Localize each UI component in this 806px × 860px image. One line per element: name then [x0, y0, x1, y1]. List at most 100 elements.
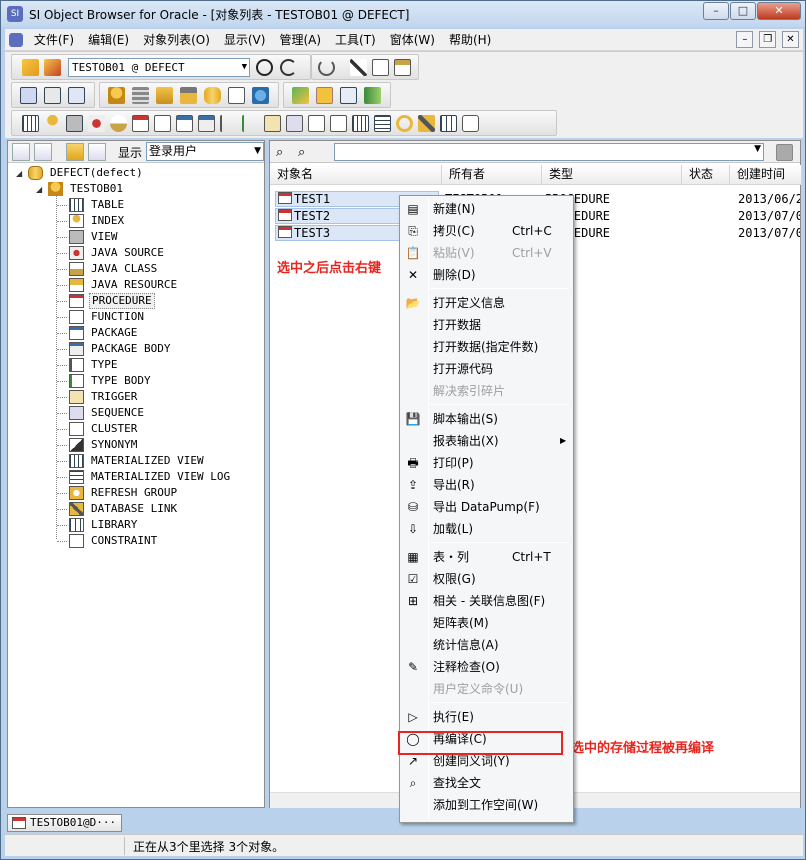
- mdi-restore-button[interactable]: ❐: [759, 31, 777, 48]
- search-input[interactable]: ▼: [334, 143, 764, 161]
- trigger-icon[interactable]: [264, 115, 281, 132]
- context-menu-item[interactable]: ✎ 注释检查(O): [402, 656, 571, 678]
- report-icon[interactable]: [68, 87, 85, 104]
- disconnect-icon[interactable]: [44, 59, 61, 76]
- context-menu-item[interactable]: 报表输出(X) ▶: [402, 430, 571, 452]
- context-menu-item[interactable]: ⇪ 导出(R): [402, 474, 571, 496]
- context-menu-item[interactable]: ⛁ 导出 DataPump(F): [402, 496, 571, 518]
- context-menu-item[interactable]: 统计信息(A): [402, 634, 571, 656]
- constraint-icon[interactable]: [462, 115, 479, 132]
- context-menu-item[interactable]: 打开源代码: [402, 358, 571, 380]
- index-icon[interactable]: [44, 115, 61, 132]
- export-icon[interactable]: [364, 87, 381, 104]
- context-menu-item[interactable]: 用户定义命令(U): [402, 678, 571, 700]
- database-icon[interactable]: [204, 87, 221, 104]
- connection-select[interactable]: TESTOB01 @ DEFECT ▼: [68, 58, 250, 77]
- context-menu-item[interactable]: 打开数据: [402, 314, 571, 336]
- paste-icon[interactable]: [394, 59, 411, 76]
- refresh-group-icon[interactable]: [396, 115, 413, 132]
- minimize-button[interactable]: –: [703, 2, 729, 20]
- window-tab[interactable]: TESTOB01@D···: [7, 814, 123, 832]
- table-icon[interactable]: [22, 115, 39, 132]
- menu-item[interactable]: 帮助(H): [442, 29, 498, 51]
- display-select[interactable]: 登录用户 ▼: [146, 142, 264, 161]
- monitor-icon[interactable]: [252, 87, 269, 104]
- context-menu-item[interactable]: 📂 打开定义信息: [402, 292, 571, 314]
- synonym-icon[interactable]: [330, 115, 347, 132]
- menu-item[interactable]: 窗体(W): [383, 29, 442, 51]
- context-menu-item[interactable]: ⊞ 相关 - 关联信息图(F): [402, 590, 571, 612]
- script-icon[interactable]: [44, 87, 61, 104]
- function-icon[interactable]: [154, 115, 171, 132]
- materialized-view-icon[interactable]: [352, 115, 369, 132]
- context-menu-item[interactable]: 矩阵表(M): [402, 612, 571, 634]
- collapse-icon[interactable]: ◢: [36, 185, 42, 194]
- schema-icon[interactable]: [340, 87, 357, 104]
- undo-icon[interactable]: [318, 59, 335, 76]
- type-icon[interactable]: [220, 115, 237, 132]
- search-option-icon[interactable]: [776, 144, 793, 161]
- context-menu-item[interactable]: 打开数据(指定件数): [402, 336, 571, 358]
- menu-item[interactable]: 管理(A): [272, 29, 328, 51]
- procedure-icon[interactable]: [132, 115, 149, 132]
- new-connection-icon[interactable]: [22, 59, 39, 76]
- collapse-icon[interactable]: ◢: [16, 169, 22, 178]
- list-view-icon[interactable]: [34, 143, 52, 161]
- transfer-icon[interactable]: [292, 87, 309, 104]
- help-icon[interactable]: [316, 87, 333, 104]
- sql-icon[interactable]: [20, 87, 37, 104]
- cut-icon[interactable]: [350, 59, 367, 76]
- menu-item[interactable]: 显示(V): [217, 29, 273, 51]
- type-body-icon[interactable]: [242, 115, 259, 132]
- tablespace-icon[interactable]: [132, 87, 149, 104]
- context-menu-item[interactable]: ✕ 删除(D): [402, 264, 571, 286]
- close-button[interactable]: ✕: [757, 2, 801, 20]
- java-source-icon[interactable]: [88, 115, 105, 132]
- role-icon[interactable]: [156, 87, 173, 104]
- menu-item[interactable]: 编辑(E): [81, 29, 136, 51]
- mdi-doc-icon[interactable]: [9, 33, 23, 47]
- context-menu-item[interactable]: 📋 粘贴(V) Ctrl+V: [402, 242, 571, 264]
- title-bar[interactable]: SI SI Object Browser for Oracle - [对象列表 …: [1, 1, 805, 27]
- context-menu-item[interactable]: ▤ 新建(N): [402, 198, 571, 220]
- find-next-icon[interactable]: ⌕: [298, 144, 315, 161]
- context-menu-item[interactable]: ☑ 权限(G): [402, 568, 571, 590]
- context-menu-item[interactable]: 解决索引碎片: [402, 380, 571, 402]
- refresh-icon[interactable]: [280, 59, 297, 76]
- package-icon[interactable]: [176, 115, 193, 132]
- restore-button[interactable]: □: [730, 2, 756, 20]
- column-header[interactable]: 对象名: [270, 165, 442, 185]
- menu-item[interactable]: 对象列表(O): [136, 29, 217, 51]
- context-menu-item[interactable]: ⎘ 拷贝(C) Ctrl+C: [402, 220, 571, 242]
- menu-item[interactable]: 工具(T): [328, 29, 383, 51]
- mdi-minimize-button[interactable]: –: [736, 31, 754, 48]
- recompile-icon[interactable]: [256, 59, 273, 76]
- cluster-icon[interactable]: [308, 115, 325, 132]
- schema-filter-icon[interactable]: [88, 143, 106, 161]
- column-header[interactable]: 状态: [682, 165, 730, 185]
- context-menu-item[interactable]: ▦ 表・列 Ctrl+T: [402, 546, 571, 568]
- db-filter-icon[interactable]: [66, 143, 84, 161]
- context-menu-item[interactable]: 添加到工作空间(W): [402, 794, 571, 816]
- context-menu-item[interactable]: 🖶 打印(P): [402, 452, 571, 474]
- column-header[interactable]: 所有者: [442, 165, 542, 185]
- java-class-icon[interactable]: [110, 115, 127, 132]
- context-menu-item[interactable]: ▷ 执行(E): [402, 706, 571, 728]
- copy-icon[interactable]: [372, 59, 389, 76]
- menu-item[interactable]: 文件(F): [27, 29, 81, 51]
- database-link-icon[interactable]: [418, 115, 435, 132]
- column-header[interactable]: 创建时间: [730, 165, 802, 185]
- library-icon[interactable]: [440, 115, 457, 132]
- session-icon[interactable]: [228, 87, 245, 104]
- tree-view-icon[interactable]: [12, 143, 30, 161]
- context-menu-item[interactable]: ⌕ 查找全文: [402, 772, 571, 794]
- user-icon[interactable]: [108, 87, 125, 104]
- mdi-close-button[interactable]: ✕: [782, 31, 799, 48]
- lock-icon[interactable]: [180, 87, 197, 104]
- context-menu-item[interactable]: ⇩ 加载(L): [402, 518, 571, 540]
- package-body-icon[interactable]: [198, 115, 215, 132]
- materialized-view-log-icon[interactable]: [374, 115, 391, 132]
- sequence-icon[interactable]: [286, 115, 303, 132]
- context-menu-item[interactable]: 💾 脚本输出(S): [402, 408, 571, 430]
- column-header[interactable]: 类型: [542, 165, 682, 185]
